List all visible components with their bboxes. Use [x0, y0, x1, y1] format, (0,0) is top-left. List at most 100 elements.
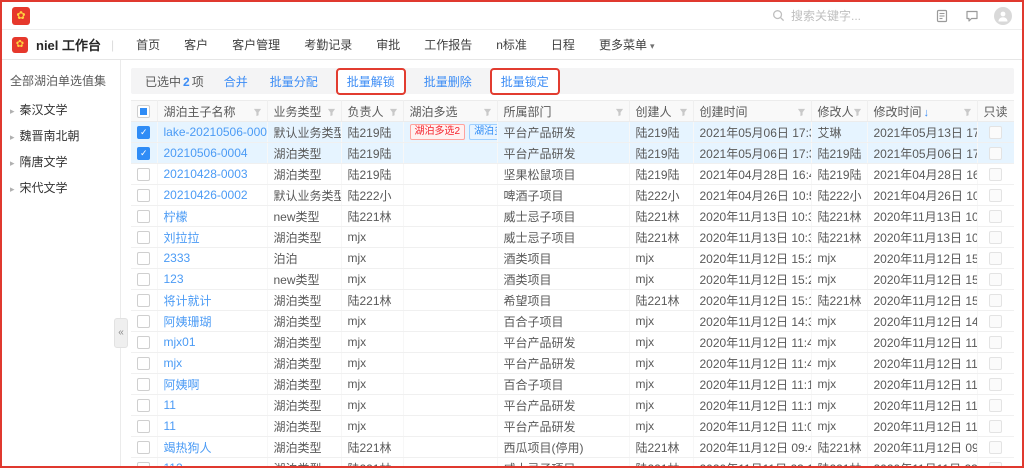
table-row[interactable]: 112湖泊类型陆221林威士忌子项目陆221林2020年11月11日 23:11…	[131, 458, 1014, 467]
lake-name-link[interactable]: 11	[157, 416, 267, 437]
row-checkbox-cell[interactable]	[131, 227, 157, 248]
table-row[interactable]: 20210426-0002默认业务类型陆222小啤酒子项目陆222小2021年0…	[131, 185, 1014, 206]
row-checkbox[interactable]	[137, 462, 150, 466]
table-row[interactable]: 2333泊泊mjx酒类项目mjx2020年11月12日 15:25mjx2020…	[131, 248, 1014, 269]
nav-item[interactable]: 审批	[364, 36, 412, 53]
lake-name-link[interactable]: 2333	[157, 248, 267, 269]
row-checkbox-cell[interactable]	[131, 269, 157, 290]
row-checkbox-cell[interactable]	[131, 185, 157, 206]
nav-item[interactable]: 工作报告	[412, 36, 484, 53]
lake-name-link[interactable]: 刘拉拉	[157, 227, 267, 248]
row-checkbox[interactable]	[137, 126, 150, 139]
nav-item[interactable]: n标准	[484, 36, 539, 53]
row-checkbox-cell[interactable]	[131, 437, 157, 458]
row-checkbox[interactable]	[137, 441, 150, 454]
toolbar-action[interactable]: 批量分配	[270, 73, 318, 90]
row-checkbox[interactable]	[137, 189, 150, 202]
toolbar-action[interactable]: 批量锁定	[490, 68, 560, 95]
table-row[interactable]: 刘拉拉湖泊类型mjx威士忌子项目陆221林2020年11月13日 10:30陆2…	[131, 227, 1014, 248]
table-row[interactable]: mjx湖泊类型mjx平台产品研发mjx2020年11月12日 11:44mjx2…	[131, 353, 1014, 374]
nav-item[interactable]: 更多菜单▾	[587, 36, 667, 53]
lake-name-link[interactable]: 20210506-0004	[157, 143, 267, 164]
lake-name-link[interactable]: 20210428-0003	[157, 164, 267, 185]
lake-name-link[interactable]: mjx	[157, 353, 267, 374]
table-row[interactable]: lake-20210506-0005默认业务类型陆219陆湖泊多选2湖泊多选1平…	[131, 122, 1014, 143]
row-checkbox[interactable]	[137, 210, 150, 223]
row-checkbox-cell[interactable]	[131, 143, 157, 164]
sidebar-tree-item[interactable]: ▸宋代文学	[10, 179, 112, 196]
filter-icon[interactable]	[389, 106, 398, 120]
lake-name-link[interactable]: 竭热狗人	[157, 437, 267, 458]
table-row[interactable]: 20210506-0004湖泊类型陆219陆平台产品研发陆219陆2021年05…	[131, 143, 1014, 164]
sidebar-collapse-button[interactable]: «	[114, 318, 128, 348]
sidebar-tree-item[interactable]: ▸隋唐文学	[10, 153, 112, 170]
table-row[interactable]: 竭热狗人湖泊类型陆221林西瓜项目(停用)陆221林2020年11月12日 09…	[131, 437, 1014, 458]
table-row[interactable]: 11湖泊类型mjx平台产品研发mjx2020年11月12日 11:03mjx20…	[131, 416, 1014, 437]
row-checkbox-cell[interactable]	[131, 374, 157, 395]
row-checkbox-cell[interactable]	[131, 290, 157, 311]
lake-name-link[interactable]: lake-20210506-0005	[157, 122, 267, 143]
row-checkbox-cell[interactable]	[131, 311, 157, 332]
app-logo-icon[interactable]: ✿	[12, 7, 30, 25]
row-checkbox-cell[interactable]	[131, 206, 157, 227]
row-checkbox[interactable]	[137, 294, 150, 307]
filter-icon[interactable]	[483, 106, 492, 120]
row-checkbox-cell[interactable]	[131, 164, 157, 185]
lake-name-link[interactable]: 阿姨珊瑚	[157, 311, 267, 332]
filter-icon[interactable]	[853, 106, 862, 120]
sort-desc-icon[interactable]: ↓	[924, 107, 930, 119]
table-row[interactable]: 阿姨珊瑚湖泊类型mjx百合子项目mjx2020年11月12日 14:38mjx2…	[131, 311, 1014, 332]
toolbar-action[interactable]: 批量删除	[424, 73, 472, 90]
search-input[interactable]	[791, 9, 911, 23]
row-checkbox-cell[interactable]	[131, 395, 157, 416]
table-row[interactable]: 20210428-0003湖泊类型陆219陆坚果松鼠项目陆219陆2021年04…	[131, 164, 1014, 185]
filter-icon[interactable]	[327, 106, 336, 120]
lake-name-link[interactable]: 123	[157, 269, 267, 290]
nav-item[interactable]: 客户	[172, 36, 220, 53]
row-checkbox[interactable]	[137, 252, 150, 265]
row-checkbox-cell[interactable]	[131, 416, 157, 437]
lake-name-link[interactable]: 柠檬	[157, 206, 267, 227]
filter-icon[interactable]	[615, 106, 624, 120]
row-checkbox-cell[interactable]	[131, 353, 157, 374]
filter-icon[interactable]	[679, 106, 688, 120]
row-checkbox[interactable]	[137, 357, 150, 370]
avatar[interactable]	[994, 7, 1012, 25]
lake-name-link[interactable]: mjx01	[157, 332, 267, 353]
filter-icon[interactable]	[963, 106, 972, 120]
toolbar-action[interactable]: 批量解锁	[336, 68, 406, 95]
select-all-checkbox-box[interactable]	[137, 105, 150, 118]
sidebar-tree-item[interactable]: ▸魏晋南北朝	[10, 127, 112, 144]
row-checkbox-cell[interactable]	[131, 458, 157, 467]
row-checkbox[interactable]	[137, 273, 150, 286]
nav-item[interactable]: 首页	[124, 36, 172, 53]
row-checkbox-cell[interactable]	[131, 332, 157, 353]
row-checkbox[interactable]	[137, 399, 150, 412]
lake-name-link[interactable]: 20210426-0002	[157, 185, 267, 206]
row-checkbox[interactable]	[137, 378, 150, 391]
filter-icon[interactable]	[797, 106, 806, 120]
lake-name-link[interactable]: 112	[157, 458, 267, 467]
lake-name-link[interactable]: 阿姨啊	[157, 374, 267, 395]
lake-name-link[interactable]: 11	[157, 395, 267, 416]
table-row[interactable]: 将计就计湖泊类型陆221林希望项目陆221林2020年11月12日 15:15陆…	[131, 290, 1014, 311]
select-all-checkbox[interactable]	[131, 101, 157, 122]
global-search[interactable]	[770, 8, 920, 24]
row-checkbox[interactable]	[137, 231, 150, 244]
nav-item[interactable]: 考勤记录	[292, 36, 364, 53]
table-row[interactable]: 123new类型mjx酒类项目mjx2020年11月12日 15:25mjx20…	[131, 269, 1014, 290]
nav-item[interactable]: 日程	[539, 36, 587, 53]
row-checkbox-cell[interactable]	[131, 248, 157, 269]
row-checkbox[interactable]	[137, 420, 150, 433]
table-row[interactable]: 柠檬new类型陆221林威士忌子项目陆221林2020年11月13日 10:31…	[131, 206, 1014, 227]
sidebar-tree-item[interactable]: ▸秦汉文学	[10, 101, 112, 118]
row-checkbox-cell[interactable]	[131, 122, 157, 143]
row-checkbox[interactable]	[137, 168, 150, 181]
row-checkbox[interactable]	[137, 315, 150, 328]
table-row[interactable]: 11湖泊类型mjx平台产品研发mjx2020年11月12日 11:11mjx20…	[131, 395, 1014, 416]
toolbar-action[interactable]: 合并	[224, 73, 248, 90]
nav-item[interactable]: 客户管理	[220, 36, 292, 53]
table-row[interactable]: 阿姨啊湖泊类型mjx百合子项目mjx2020年11月12日 11:16mjx20…	[131, 374, 1014, 395]
chat-icon[interactable]	[964, 8, 980, 24]
lake-name-link[interactable]: 将计就计	[157, 290, 267, 311]
